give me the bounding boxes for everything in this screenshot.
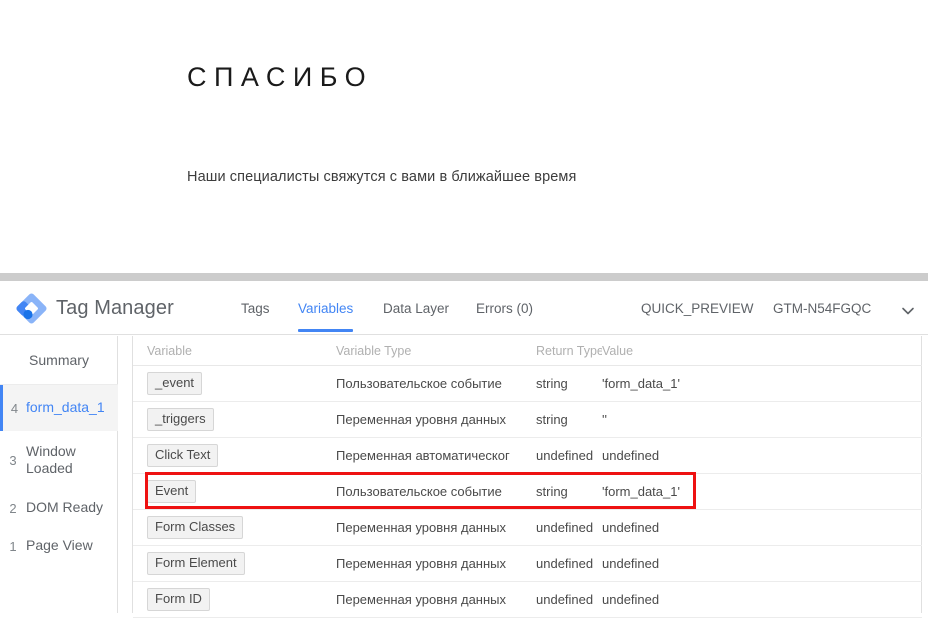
return-type-cell: string [536, 376, 568, 391]
event-sidebar: Summary 4 form_data_1 3 Window Loaded 2 … [0, 336, 118, 613]
tag-manager-header: Tag Manager Tags Variables Data Layer Er… [0, 281, 928, 335]
variable-chip[interactable]: Form Element [147, 551, 245, 576]
tab-tags[interactable]: Tags [241, 301, 270, 316]
variable-name-cell: Event [147, 474, 337, 509]
variable-name-cell: Click Text [147, 438, 337, 473]
variable-chip[interactable]: _event [147, 371, 203, 396]
return-type-cell: string [536, 484, 568, 499]
column-header-value: Value [602, 343, 634, 358]
variable-chip[interactable]: Event [147, 479, 197, 504]
sidebar-item-label: DOM Ready [26, 499, 104, 516]
variable-type-cell: Пользовательское событие [336, 484, 502, 499]
sidebar-item-number: 3 [9, 452, 17, 468]
tab-variables[interactable]: Variables [298, 301, 354, 332]
quick-preview-button[interactable]: QUICK_PREVIEW [641, 301, 754, 316]
column-header-return-type: Return Type [536, 343, 602, 358]
value-cell: undefined [602, 556, 660, 571]
tab-variables-label: Variables [298, 301, 354, 316]
panel-divider [0, 273, 928, 281]
sidebar-item-label: Window Loaded [26, 442, 76, 477]
variables-table: Variable Variable Type Return Type Value… [133, 336, 922, 618]
variable-name-cell: Form ID [147, 582, 337, 617]
column-header-variable: Variable [147, 343, 192, 358]
sidebar-item-form-data-1[interactable]: 4 form_data_1 [0, 385, 118, 431]
sidebar-table-gutter [119, 336, 133, 613]
sidebar-item-number: 2 [9, 500, 17, 516]
variable-chip[interactable]: _triggers [147, 407, 214, 432]
return-type-cell: undefined [536, 556, 594, 571]
variable-name-cell: Form Classes [147, 510, 337, 545]
table-row[interactable]: Click Text Переменная автоматическог und… [133, 438, 922, 474]
sidebar-item-label: Page View [26, 537, 93, 554]
table-row[interactable]: _triggers Переменная уровня данных strin… [133, 402, 922, 438]
value-cell: undefined [602, 592, 660, 607]
thank-you-page: СПАСИБО Наши специалисты свяжутся с вами… [0, 0, 928, 273]
sidebar-item-dom-ready[interactable]: 2 DOM Ready [0, 489, 118, 527]
variable-type-cell: Переменная уровня данных [336, 556, 507, 571]
variable-type-cell: Переменная уровня данных [336, 592, 507, 607]
tab-errors-label: Errors (0) [476, 301, 533, 316]
tab-tags-label: Tags [241, 301, 270, 316]
variable-name-cell: _triggers [147, 402, 337, 437]
variable-type-cell: Пользовательское событие [336, 376, 502, 391]
tab-data-layer-label: Data Layer [383, 301, 450, 316]
variable-name-cell: _event [147, 366, 337, 401]
variable-chip[interactable]: Click Text [147, 443, 219, 468]
table-header-row: Variable Variable Type Return Type Value [133, 336, 922, 366]
active-tab-underline [298, 329, 354, 332]
column-header-variable-type: Variable Type [336, 343, 412, 358]
table-row[interactable]: Event Пользовательское событие string 'f… [133, 474, 922, 510]
return-type-cell: string [536, 412, 568, 427]
variable-type-cell: Переменная автоматическог [336, 448, 510, 463]
variable-type-cell: Переменная уровня данных [336, 520, 507, 535]
return-type-cell: undefined [536, 448, 594, 463]
return-type-cell: undefined [536, 520, 594, 535]
sidebar-item-page-view[interactable]: 1 Page View [0, 527, 118, 565]
tag-manager-brand-label: Tag Manager [56, 297, 174, 319]
sidebar-item-window-loaded[interactable]: 3 Window Loaded [0, 431, 118, 489]
value-cell: 'form_data_1' [602, 376, 680, 391]
sidebar-item-summary[interactable]: Summary [0, 336, 118, 385]
variable-name-cell: Form Element [147, 546, 337, 581]
table-row[interactable]: _event Пользовательское событие string '… [133, 366, 922, 402]
sidebar-item-number: 4 [10, 400, 19, 416]
variable-chip[interactable]: Form ID [147, 587, 210, 612]
page-title: СПАСИБО [187, 62, 374, 92]
sidebar-item-label: form_data_1 [26, 399, 105, 416]
container-id-label[interactable]: GTM-N54FGQC [773, 301, 871, 316]
table-row[interactable]: Form Element Переменная уровня данных un… [133, 546, 922, 582]
table-row[interactable]: Form Classes Переменная уровня данных un… [133, 510, 922, 546]
value-cell: '' [602, 412, 607, 427]
value-cell: undefined [602, 520, 660, 535]
tab-data-layer[interactable]: Data Layer [383, 301, 449, 316]
return-type-cell: undefined [536, 592, 594, 607]
value-cell: undefined [602, 448, 660, 463]
value-cell: 'form_data_1' [602, 484, 680, 499]
tab-errors[interactable]: Errors (0) [476, 301, 533, 316]
page-subtitle: Наши специалисты свяжутся с вами в ближа… [187, 169, 577, 185]
tag-manager-preview-panel: Tag Manager Tags Variables Data Layer Er… [0, 281, 928, 618]
sidebar-summary-label: Summary [29, 352, 89, 368]
variable-chip[interactable]: Form Classes [147, 515, 244, 540]
chevron-down-icon[interactable] [900, 303, 916, 319]
variable-type-cell: Переменная уровня данных [336, 412, 507, 427]
sidebar-item-number: 1 [9, 538, 17, 554]
tag-manager-diamond-logo-icon [15, 292, 48, 325]
